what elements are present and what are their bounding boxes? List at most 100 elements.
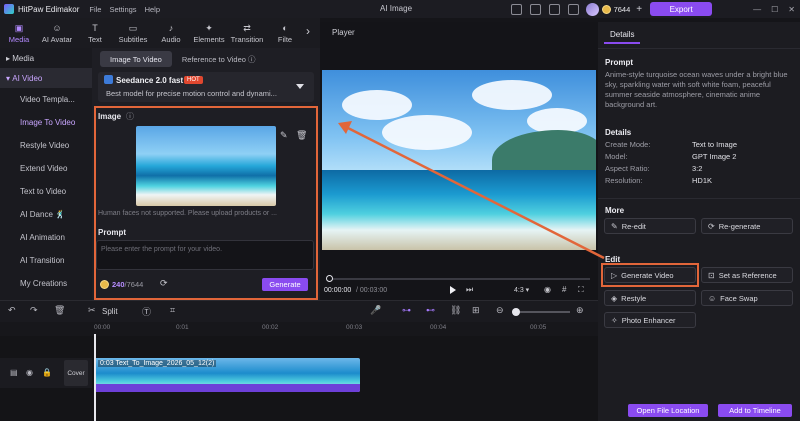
fullscreen-icon[interactable]: ⛶: [578, 285, 584, 295]
tool-ai-avatar[interactable]: ☺ AI Avatar: [38, 18, 76, 48]
tool-audio[interactable]: ♪ Audio: [152, 18, 190, 48]
filter-icon: ◐: [282, 22, 288, 33]
tool-text[interactable]: T Text: [76, 18, 114, 48]
snapshot-icon[interactable]: ◉: [544, 285, 551, 294]
face-swap-button[interactable]: ☺ Face Swap: [701, 290, 793, 306]
photo-enhancer-label: Photo Enhancer: [621, 315, 676, 325]
notes-icon[interactable]: [510, 3, 522, 15]
zoom-slider[interactable]: [512, 311, 570, 313]
redo-icon[interactable]: ↷: [30, 305, 38, 316]
player-progress-bar[interactable]: [328, 278, 590, 280]
tab-details[interactable]: Details: [604, 26, 641, 44]
cover-button[interactable]: Cover: [64, 360, 88, 386]
details-heading: Details: [605, 128, 632, 137]
open-file-location-button[interactable]: Open File Location: [628, 404, 708, 417]
menu-settings[interactable]: Settings: [109, 5, 136, 14]
settings-icon[interactable]: [567, 3, 579, 15]
uploaded-image-thumbnail[interactable]: [136, 126, 276, 206]
edit-icon[interactable]: ✎: [280, 130, 288, 141]
next-frame-icon[interactable]: ⏭: [466, 285, 473, 295]
nav-media-label: Media: [12, 53, 35, 63]
prompt-input[interactable]: Please enter the prompt for your video.: [96, 240, 314, 270]
cost-total: /7644: [124, 280, 144, 289]
split-label[interactable]: Split: [102, 307, 118, 316]
export-button[interactable]: Export: [650, 2, 713, 16]
enhance-icon: ✧: [611, 315, 618, 325]
nav-item[interactable]: AI Transition: [0, 249, 92, 272]
nav-item[interactable]: Image To Video: [0, 111, 92, 134]
link-icon[interactable]: ⊶: [402, 305, 411, 316]
nav-item[interactable]: Extend Video: [0, 157, 92, 180]
generate-button[interactable]: Generate: [262, 278, 308, 291]
fit-icon[interactable]: ⊞: [472, 305, 480, 316]
cost-value: 240: [112, 280, 125, 289]
progress-handle[interactable]: [326, 275, 333, 282]
re-edit-button[interactable]: ✎ Re-edit: [604, 218, 696, 234]
restyle-icon: ◈: [611, 293, 618, 303]
details-panel: Details Prompt Anime-style turquoise oce…: [598, 22, 800, 421]
tab-image-to-video[interactable]: Image To Video: [100, 51, 172, 67]
split-icon[interactable]: ✂: [88, 305, 96, 316]
cloud: [382, 115, 472, 150]
tool-filte[interactable]: ◐ Filte: [266, 18, 304, 48]
menu-help[interactable]: Help: [145, 5, 160, 14]
minimize-icon[interactable]: —: [753, 5, 761, 14]
delete-icon[interactable]: 🗑: [54, 305, 65, 316]
microphone-icon[interactable]: 🎤: [370, 305, 381, 316]
video-clip[interactable]: 0:03 Text_To_Image_2026_05_12(2): [94, 358, 360, 392]
refresh-icon[interactable]: ⟳: [160, 278, 168, 289]
add-to-timeline-button[interactable]: Add to Timeline: [718, 404, 792, 417]
restyle-button[interactable]: ◈ Restyle: [604, 290, 696, 306]
gift-icon[interactable]: [548, 3, 560, 15]
playhead[interactable]: [94, 334, 96, 421]
menu-file[interactable]: File: [89, 5, 101, 14]
re-generate-button[interactable]: ⟳ Re-generate: [701, 218, 793, 234]
nav-item[interactable]: AI Animation: [0, 226, 92, 249]
left-nav: ▸ Media ▾ AI Video Video Templa... Image …: [0, 48, 92, 300]
undo-icon[interactable]: ↶: [8, 305, 16, 316]
aspect-ratio[interactable]: 4:3 ▾: [514, 286, 529, 294]
visibility-icon[interactable]: ◉: [26, 368, 33, 377]
model-selector[interactable]: Seedance 2.0 fast HOT Best model for pre…: [98, 72, 314, 102]
video-preview[interactable]: [322, 70, 596, 250]
avatar[interactable]: [585, 2, 599, 16]
time-total: / 00:03:00: [356, 287, 388, 294]
nav-item[interactable]: Video Templa...: [0, 88, 92, 111]
tab-reference-to-video[interactable]: Reference to Video ⓘ: [172, 51, 266, 67]
delete-icon[interactable]: 🗑: [296, 130, 307, 141]
nav-item[interactable]: AI Dance 🕺: [0, 203, 92, 226]
nav-item[interactable]: Text to Video: [0, 180, 92, 203]
tool-media[interactable]: ▣ Media: [0, 18, 38, 48]
more-heading: More: [605, 206, 625, 215]
lock-icon[interactable]: 🔒: [42, 368, 52, 377]
tool-elements[interactable]: ✦ Elements: [190, 18, 228, 48]
magnet-icon[interactable]: ⊷: [426, 305, 435, 316]
zoom-out-icon[interactable]: ⊖: [496, 305, 504, 316]
set-reference-button[interactable]: ⊡ Set as Reference: [701, 267, 793, 283]
photo-enhancer-button[interactable]: ✧ Photo Enhancer: [604, 312, 696, 328]
grid-icon[interactable]: #: [562, 285, 566, 294]
zoom-slider-handle[interactable]: [512, 308, 520, 316]
tool-subtitles[interactable]: ▭ Subtitles: [114, 18, 152, 48]
zoom-in-icon[interactable]: ⊕: [576, 305, 584, 316]
set-reference-label: Set as Reference: [718, 270, 777, 280]
player-panel: Player 00:00:00 / 00:03:00 ⏭ 4:3 ▾ ◉ # ⛶: [320, 22, 598, 300]
media-icon: ▣: [14, 22, 24, 33]
reference-icon: ⊡: [708, 270, 715, 280]
ruler-tick: 0:01: [176, 324, 189, 331]
nav-media[interactable]: ▸ Media: [0, 48, 92, 68]
add-credits-icon[interactable]: +: [636, 4, 642, 15]
mail-icon[interactable]: [529, 3, 541, 15]
maximize-icon[interactable]: ☐: [771, 5, 778, 14]
close-icon[interactable]: ✕: [788, 5, 795, 14]
nav-item[interactable]: Restyle Video: [0, 134, 92, 157]
chain-icon[interactable]: ⛓: [450, 305, 461, 316]
play-icon[interactable]: [450, 286, 456, 294]
tool-transition[interactable]: ⇄ Transition: [228, 18, 266, 48]
crop-icon[interactable]: ⌗: [170, 305, 175, 316]
prompt-label: Prompt: [98, 228, 126, 237]
text-tool-icon[interactable]: Ⓣ: [142, 305, 151, 318]
nav-ai-video[interactable]: ▾ AI Video: [0, 68, 92, 88]
nav-item[interactable]: My Creations: [0, 272, 92, 295]
chevron-right-icon[interactable]: ›: [306, 24, 310, 38]
